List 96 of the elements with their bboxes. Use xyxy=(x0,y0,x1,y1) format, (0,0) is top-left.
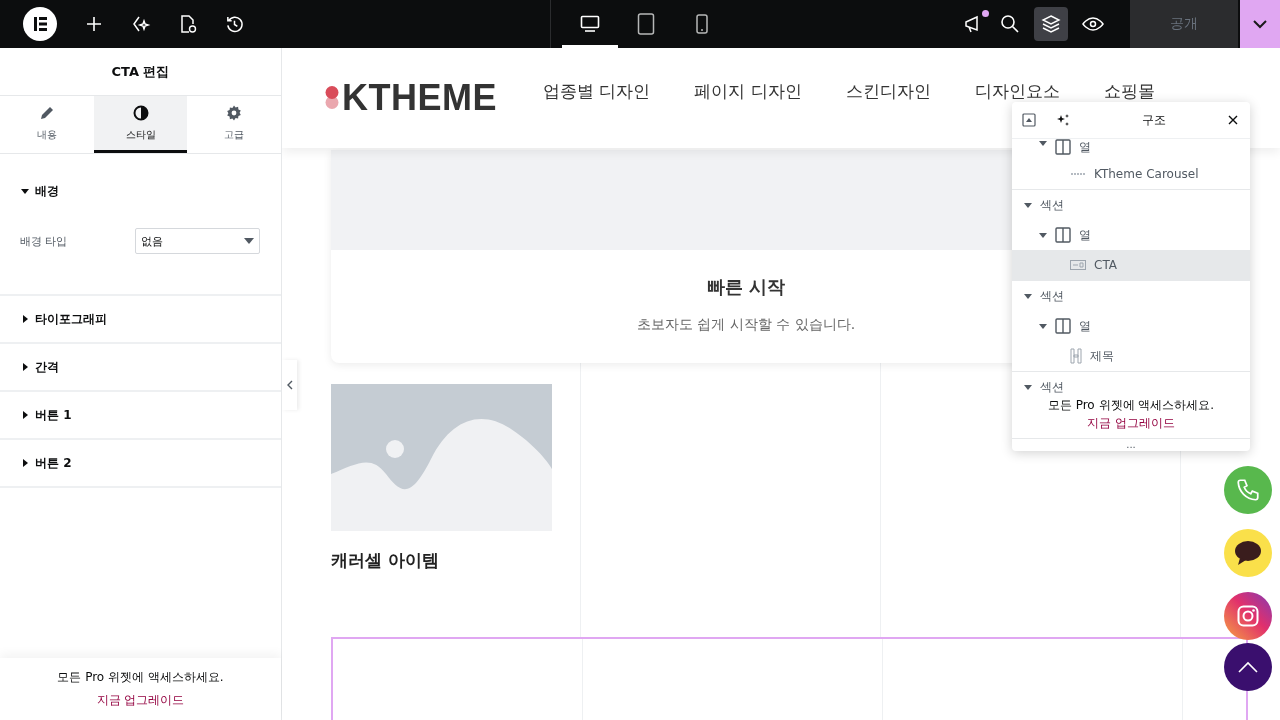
desktop-icon xyxy=(580,15,600,33)
tablet-icon xyxy=(637,13,655,35)
structure-item-label: 섹션 xyxy=(1040,287,1064,305)
structure-item-label: 열 xyxy=(1079,139,1091,156)
structure-item[interactable]: 열 xyxy=(1012,311,1250,341)
history-icon[interactable] xyxy=(225,14,244,34)
section-toggle[interactable]: 배경 xyxy=(0,154,281,228)
caret-icon xyxy=(1024,201,1032,209)
site-menu-item[interactable]: 업종별 디자인 xyxy=(543,79,651,103)
logo-dots-icon xyxy=(325,86,339,110)
scroll-top-button[interactable] xyxy=(1224,643,1272,691)
structure-item[interactable]: 열 xyxy=(1012,220,1250,250)
caret-icon xyxy=(21,459,29,467)
structure-item[interactable]: 섹션 xyxy=(1012,280,1250,311)
site-menu-item[interactable]: 디자인요소 xyxy=(974,79,1060,103)
chevron-down-icon xyxy=(1252,19,1268,29)
search-icon[interactable] xyxy=(1000,14,1020,34)
section-toggle[interactable]: 간격 xyxy=(0,344,281,390)
section-title: 버튼 1 xyxy=(35,406,72,424)
pencil-icon xyxy=(38,104,55,121)
column-icon xyxy=(1055,318,1071,334)
caret-icon xyxy=(1039,231,1047,239)
tab-label: 스타일 xyxy=(125,127,156,142)
section-title: 간격 xyxy=(35,358,59,376)
elementor-logo[interactable] xyxy=(23,7,57,41)
section-title: 버튼 2 xyxy=(35,454,72,472)
structure-item-label: 섹션 xyxy=(1040,196,1064,214)
section-toggle[interactable]: 타이포그래피 xyxy=(0,296,281,342)
instagram-button[interactable] xyxy=(1224,592,1272,640)
structure-title: 구조 xyxy=(1141,111,1167,129)
caret-icon xyxy=(21,187,29,195)
add-icon[interactable] xyxy=(85,15,103,33)
phone-icon xyxy=(1235,477,1261,503)
site-menu-item[interactable]: 스킨디자인 xyxy=(845,79,931,103)
site-menu-item[interactable]: 쇼핑몰 xyxy=(1103,79,1155,103)
chevron-left-icon xyxy=(286,380,293,390)
close-icon[interactable] xyxy=(1228,115,1238,125)
structure-item[interactable]: CTA xyxy=(1012,250,1250,280)
caret-icon xyxy=(21,363,29,371)
panel-tab[interactable]: 내용 xyxy=(0,96,94,153)
tab-label: 내용 xyxy=(36,127,57,142)
panel-tab[interactable]: 고급 xyxy=(187,96,281,153)
section-toggle[interactable]: 버튼 1 xyxy=(0,392,281,438)
structure-item[interactable]: 섹션 xyxy=(1012,189,1250,220)
field-label: 배경 타입 xyxy=(20,233,68,249)
caret-icon xyxy=(21,315,29,323)
structure-item[interactable]: KTheme Carousel xyxy=(1012,159,1250,189)
promo-text: 모든 Pro 위젯에 액세스하세요. xyxy=(57,669,224,686)
background-type-select[interactable]: 없음 xyxy=(135,228,260,254)
chevron-up-icon xyxy=(1238,661,1258,673)
carousel-icon xyxy=(1070,171,1086,177)
upgrade-link[interactable]: 지금 업그레이드 xyxy=(1087,416,1175,430)
structure-button[interactable] xyxy=(1034,7,1068,41)
chat-bubble-icon xyxy=(1234,540,1262,566)
structure-item-label: 제목 xyxy=(1090,347,1114,365)
upgrade-link[interactable]: 지금 업그레이드 xyxy=(96,692,185,709)
structure-item[interactable]: 제목 xyxy=(1012,341,1250,371)
settings-icon xyxy=(226,104,243,121)
page-settings-icon[interactable] xyxy=(179,14,197,34)
contrast-icon xyxy=(132,104,149,121)
collapse-panel-handle[interactable] xyxy=(282,360,297,410)
caret-icon xyxy=(244,238,254,244)
site-menu-item[interactable]: 페이지 디자인 xyxy=(694,79,802,103)
heading-icon xyxy=(1070,348,1082,364)
caret-icon xyxy=(1024,292,1032,300)
structure-item-label: CTA xyxy=(1094,258,1117,272)
column-icon xyxy=(1055,139,1071,155)
structure-item-label: KTheme Carousel xyxy=(1094,167,1199,181)
caret-icon xyxy=(1039,322,1047,330)
section-toggle[interactable]: 버튼 2 xyxy=(0,440,281,486)
column-icon xyxy=(1055,227,1071,243)
site-logo[interactable]: KTHEME xyxy=(342,77,497,119)
resize-handle[interactable]: ... xyxy=(1012,438,1250,451)
sparkle-icon[interactable] xyxy=(131,15,151,33)
cta-icon xyxy=(1070,260,1086,270)
panel-tab[interactable]: 스타일 xyxy=(93,96,188,153)
instagram-icon xyxy=(1237,605,1259,627)
preview-icon[interactable] xyxy=(1082,16,1104,32)
caret-icon xyxy=(1039,139,1047,147)
cta-title: 빠른 시작 xyxy=(706,275,786,299)
carousel-item-title: 캐러셀 아이템 xyxy=(331,549,440,572)
section-title: 타이포그래피 xyxy=(35,310,107,328)
structure-item-label: 섹션 xyxy=(1040,378,1064,396)
section-title: 배경 xyxy=(35,182,59,200)
chat-button[interactable] xyxy=(1224,529,1272,577)
structure-item-label: 열 xyxy=(1079,226,1091,244)
structure-item[interactable]: 열 xyxy=(1012,139,1250,159)
sparkle-icon[interactable] xyxy=(1056,113,1070,127)
caret-icon xyxy=(1024,383,1032,391)
collapse-icon[interactable] xyxy=(1022,113,1036,127)
cta-text: 초보자도 쉽게 시작할 수 있습니다. xyxy=(636,316,856,334)
mobile-icon xyxy=(695,14,709,34)
caret-icon xyxy=(21,411,29,419)
layers-icon xyxy=(1041,14,1061,34)
tab-label: 고급 xyxy=(224,127,245,142)
structure-item-label: 열 xyxy=(1079,317,1091,335)
